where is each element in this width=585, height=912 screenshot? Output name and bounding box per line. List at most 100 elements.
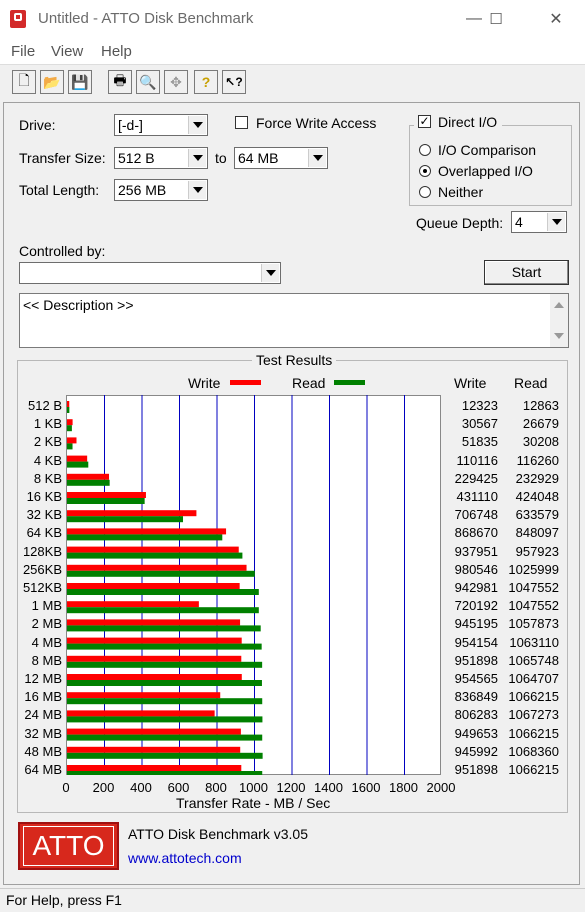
total-length-select[interactable]: 256 MB bbox=[114, 179, 208, 201]
write-value: 806283 bbox=[454, 707, 498, 723]
force-write-checkbox[interactable] bbox=[235, 116, 248, 129]
x-axis-label: Transfer Rate - MB / Sec bbox=[176, 795, 331, 811]
app-icon bbox=[10, 10, 26, 28]
bar-read bbox=[67, 771, 263, 775]
queue-depth-select[interactable]: 4 bbox=[511, 211, 567, 233]
bar-write bbox=[67, 674, 242, 680]
print-icon[interactable]: 🖶 bbox=[108, 70, 132, 94]
x-tick-label: 800 bbox=[205, 780, 227, 795]
open-icon[interactable]: 📂 bbox=[40, 70, 64, 94]
x-tick-label: 600 bbox=[167, 780, 190, 795]
category-label: 8 KB bbox=[33, 470, 62, 486]
neither-radio[interactable] bbox=[419, 186, 431, 198]
transfer-size-from-select[interactable]: 512 B bbox=[114, 147, 208, 169]
menu-file[interactable]: File bbox=[11, 43, 35, 60]
description-text: << Description >> bbox=[23, 297, 134, 313]
bar-write bbox=[67, 437, 77, 444]
category-label: 1 MB bbox=[31, 598, 62, 614]
read-value: 1066215 bbox=[508, 689, 559, 705]
read-value: 633579 bbox=[515, 507, 559, 523]
bar-write bbox=[67, 473, 110, 480]
chevron-down-icon[interactable] bbox=[188, 181, 206, 199]
read-value: 848097 bbox=[515, 525, 559, 541]
write-value: 51835 bbox=[461, 434, 498, 450]
read-value: 1067273 bbox=[508, 707, 559, 723]
col-header-write: Write bbox=[454, 375, 487, 391]
bar-write bbox=[67, 728, 241, 735]
bar-read bbox=[67, 425, 72, 432]
chevron-down-icon[interactable] bbox=[547, 213, 565, 231]
atto-logo-text: ATTO bbox=[23, 826, 114, 866]
write-value: 836849 bbox=[454, 689, 498, 705]
chevron-down-icon[interactable] bbox=[188, 116, 206, 134]
scroll-up-icon[interactable] bbox=[554, 302, 564, 308]
overlapped-io-radio[interactable] bbox=[419, 165, 431, 177]
x-tick-label: 1400 bbox=[314, 780, 343, 795]
legend-read-label: Read bbox=[292, 375, 326, 391]
bar-write bbox=[67, 619, 241, 626]
bar-read bbox=[67, 716, 263, 723]
start-button[interactable]: Start bbox=[484, 260, 569, 285]
read-value: 12863 bbox=[522, 398, 559, 413]
write-value: 229425 bbox=[454, 470, 498, 486]
legend-read-swatch bbox=[334, 380, 365, 385]
chevron-down-icon[interactable] bbox=[308, 149, 326, 167]
bar-write bbox=[67, 601, 199, 608]
total-length-label: Total Length: bbox=[19, 182, 100, 198]
menu-view[interactable]: View bbox=[51, 43, 83, 60]
read-value: 1057873 bbox=[508, 616, 559, 632]
read-value: 116260 bbox=[516, 452, 559, 468]
print-preview-icon[interactable]: 🔍 bbox=[136, 70, 160, 94]
bar-read bbox=[67, 570, 255, 577]
x-tick-label: 1200 bbox=[276, 780, 306, 795]
test-results-title: Test Results bbox=[252, 352, 337, 368]
menu-help[interactable]: Help bbox=[101, 43, 132, 60]
help-icon[interactable]: ? bbox=[194, 70, 218, 94]
bar-write bbox=[67, 583, 240, 589]
new-icon[interactable]: 🗋 bbox=[12, 70, 36, 94]
write-value: 951898 bbox=[454, 652, 498, 668]
total-length-value: 256 MB bbox=[118, 182, 167, 198]
bar-read bbox=[67, 479, 110, 486]
x-tick-label: 2000 bbox=[426, 780, 456, 795]
category-label: 32 MB bbox=[24, 725, 62, 741]
category-label: 8 MB bbox=[31, 652, 62, 668]
close-button[interactable]: ✕ bbox=[534, 6, 578, 32]
bar-write bbox=[67, 455, 88, 462]
direct-io-checkbox[interactable]: ✓ bbox=[418, 115, 431, 128]
context-help-icon[interactable]: ↖? bbox=[222, 70, 246, 94]
x-tick-label: 1000 bbox=[239, 780, 268, 795]
bar-read bbox=[67, 698, 263, 705]
website-link[interactable]: www.attotech.com bbox=[128, 850, 242, 866]
category-label: 64 KB bbox=[26, 525, 62, 541]
x-tick-label: 1600 bbox=[351, 780, 381, 795]
category-label: 2 MB bbox=[31, 616, 62, 632]
bar-read bbox=[67, 534, 223, 541]
category-label: 2 KB bbox=[33, 434, 62, 450]
drive-select[interactable]: [-d-] bbox=[114, 114, 208, 136]
read-value: 1066215 bbox=[508, 725, 559, 741]
bar-read bbox=[67, 498, 145, 504]
read-value: 30208 bbox=[522, 434, 559, 450]
category-label: 4 KB bbox=[33, 452, 62, 468]
move-icon[interactable]: ✥ bbox=[164, 70, 188, 94]
io-comparison-radio[interactable] bbox=[419, 144, 431, 156]
transfer-size-to-select[interactable]: 64 MB bbox=[234, 147, 328, 169]
category-label: 64 MB bbox=[24, 762, 62, 777]
bar-write bbox=[67, 637, 242, 644]
scroll-down-icon[interactable] bbox=[554, 333, 564, 339]
to-label: to bbox=[215, 150, 227, 166]
chevron-down-icon[interactable] bbox=[188, 149, 206, 167]
queue-depth-label: Queue Depth: bbox=[416, 215, 504, 231]
bar-read bbox=[67, 734, 263, 741]
transfer-to-value: 64 MB bbox=[238, 150, 279, 166]
write-value: 720192 bbox=[454, 598, 498, 614]
controlled-by-select[interactable] bbox=[19, 262, 281, 284]
drive-value: [-d-] bbox=[118, 117, 143, 133]
chevron-down-icon[interactable] bbox=[261, 264, 279, 282]
bar-write bbox=[67, 546, 239, 553]
save-icon[interactable]: 💾 bbox=[68, 70, 92, 94]
read-value: 1064707 bbox=[508, 671, 559, 686]
maximize-button[interactable]: ☐ bbox=[474, 6, 518, 32]
atto-logo: ATTO bbox=[18, 822, 119, 870]
